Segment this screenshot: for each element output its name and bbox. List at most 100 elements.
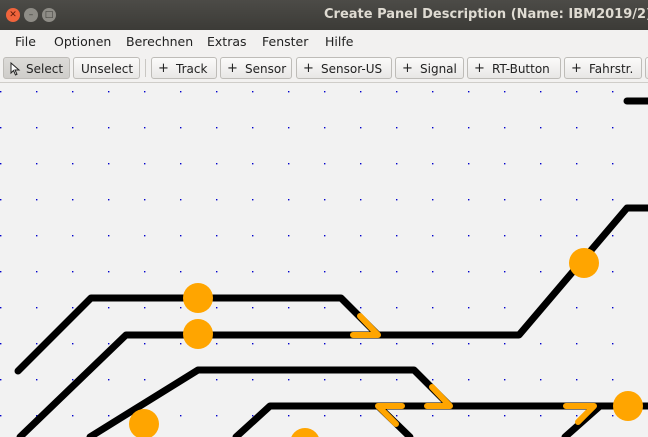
grid-dot [324, 343, 326, 345]
title-bar: ✕ – □ Create Panel Description (Name: IB… [0, 0, 648, 30]
grid-dot [324, 91, 326, 93]
grid-dot [504, 415, 506, 417]
grid-dot [540, 379, 542, 381]
arrow-right-icon[interactable] [350, 313, 381, 338]
grid-dot [576, 379, 578, 381]
grid-dot [36, 343, 38, 345]
tracks [14, 97, 648, 437]
grid-dot [504, 307, 506, 309]
menu-extras[interactable]: Extras [207, 30, 247, 54]
grid-dot [0, 415, 2, 417]
grid-dot [576, 91, 578, 93]
grid-dot [576, 307, 578, 309]
grid-dot [252, 127, 254, 129]
grid-dot [144, 199, 146, 201]
grid-dot [432, 163, 434, 165]
grid-dot [540, 235, 542, 237]
sensor-marker[interactable] [183, 283, 213, 313]
grid-dot [540, 199, 542, 201]
add-sensor-button[interactable]: + Sensor [220, 57, 292, 79]
grid-dot [180, 91, 182, 93]
grid-dot [0, 379, 2, 381]
track-panel-drawing[interactable] [0, 83, 648, 437]
grid-dot [216, 379, 218, 381]
add-sensor-us-button[interactable]: + Sensor-US [296, 57, 392, 79]
menu-file[interactable]: File [15, 30, 36, 54]
grid-dot [216, 271, 218, 273]
grid-dot [468, 343, 470, 345]
grid-dot [360, 91, 362, 93]
add-signal-button[interactable]: + Signal [395, 57, 464, 79]
grid-dot [216, 343, 218, 345]
grid-dot [432, 307, 434, 309]
grid-dot [72, 199, 74, 201]
grid-dot [360, 163, 362, 165]
grid-dot [144, 91, 146, 93]
track-panel-canvas[interactable] [0, 83, 648, 437]
menu-berechnen[interactable]: Berechnen [126, 30, 193, 54]
grid-dot [324, 199, 326, 201]
window-title: Create Panel Description (Name: IBM2019/… [324, 7, 648, 22]
grid-dot [72, 415, 74, 417]
grid-dot [36, 379, 38, 381]
grid-dot [504, 235, 506, 237]
grid-dot [432, 415, 434, 417]
grid-dot [540, 271, 542, 273]
grid-dot [36, 271, 38, 273]
close-icon[interactable]: ✕ [6, 8, 20, 22]
grid-dot [612, 271, 614, 273]
grid-dot [360, 127, 362, 129]
grid-dot [576, 199, 578, 201]
menu-fenster[interactable]: Fenster [262, 30, 308, 54]
grid-dot [612, 415, 614, 417]
grid-dot [504, 379, 506, 381]
unselect-label: Unselect [81, 62, 134, 76]
sensor-marker[interactable] [183, 319, 213, 349]
grid-dot [612, 343, 614, 345]
grid-dot [504, 343, 506, 345]
grid-dot [288, 307, 290, 309]
grid-dot [576, 343, 578, 345]
grid-dot [72, 91, 74, 93]
grid-dot [108, 91, 110, 93]
add-rt-button-button[interactable]: + RT-Button [467, 57, 561, 79]
grid-dot [324, 379, 326, 381]
grid-dot [360, 271, 362, 273]
select-button[interactable]: Select [3, 57, 70, 79]
grid-dot [540, 127, 542, 129]
add-fahrstr-button[interactable]: + Fahrstr. [564, 57, 642, 79]
grid-dot [432, 271, 434, 273]
sensor-marker[interactable] [569, 248, 599, 278]
grid-dot [576, 415, 578, 417]
grid-dot [108, 199, 110, 201]
unselect-button[interactable]: Unselect [73, 57, 140, 79]
grid-dot [108, 379, 110, 381]
maximize-icon[interactable]: □ [42, 8, 56, 22]
grid-dot [504, 127, 506, 129]
grid-dot [216, 307, 218, 309]
minimize-icon[interactable]: – [24, 8, 38, 22]
grid-dot [216, 91, 218, 93]
add-signal-label: Signal [420, 62, 457, 76]
grid-dot [576, 235, 578, 237]
grid-dot [504, 91, 506, 93]
grid-dot [360, 235, 362, 237]
grid-dot [144, 127, 146, 129]
grid-dot [612, 91, 614, 93]
grid-dot [36, 199, 38, 201]
grid-dot [540, 415, 542, 417]
grid-dot [324, 235, 326, 237]
grid-dot [288, 127, 290, 129]
menu-hilfe[interactable]: Hilfe [325, 30, 353, 54]
grid-dot [108, 127, 110, 129]
grid-dot [252, 199, 254, 201]
add-fahrstr-label: Fahrstr. [589, 62, 634, 76]
grid-dot [468, 271, 470, 273]
menu-optionen[interactable]: Optionen [54, 30, 111, 54]
grid-dot [324, 415, 326, 417]
grid-dot [180, 235, 182, 237]
sensor-marker[interactable] [613, 391, 643, 421]
grid-dot [468, 127, 470, 129]
sensor-marker[interactable] [290, 428, 320, 437]
add-track-button[interactable]: + Track [151, 57, 217, 79]
